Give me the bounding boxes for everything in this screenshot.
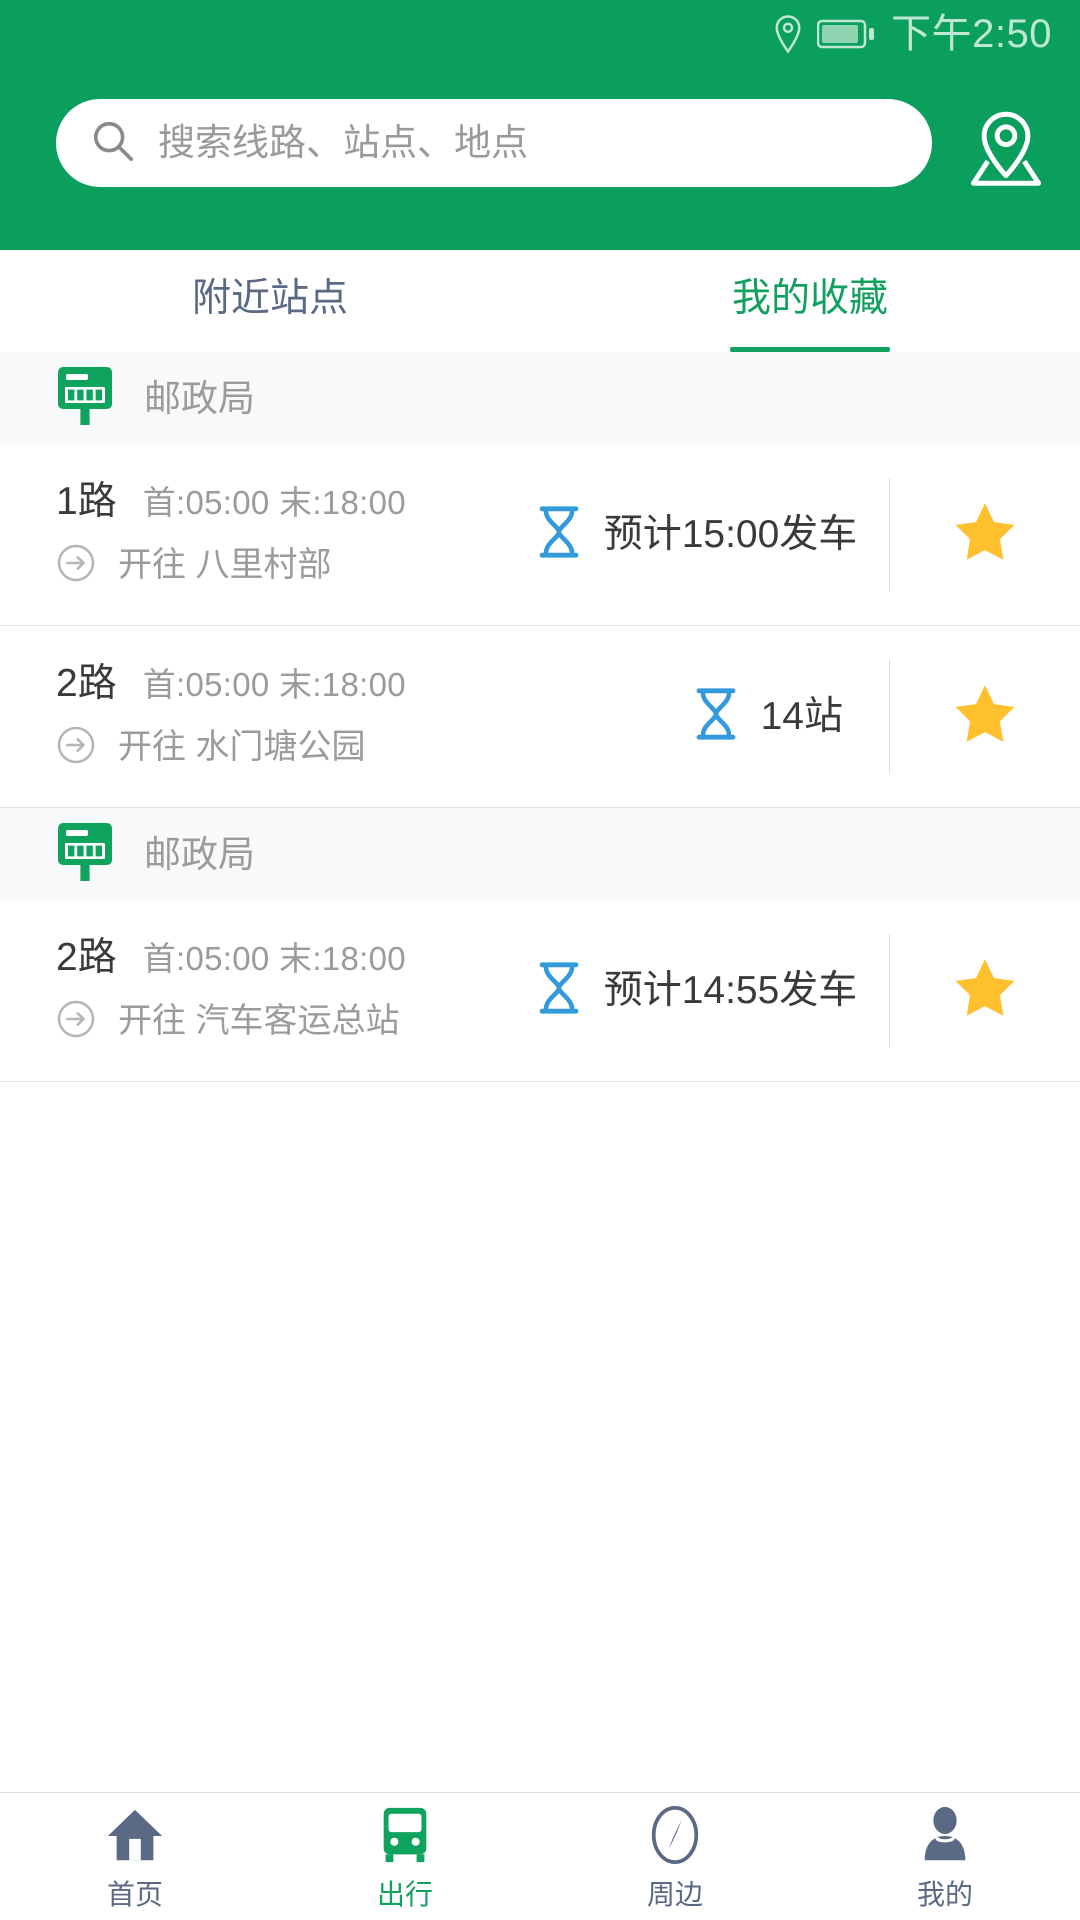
location-pin-icon — [773, 14, 803, 54]
home-icon — [104, 1804, 166, 1871]
arrow-right-circle-icon — [56, 999, 96, 1044]
person-icon — [914, 1804, 976, 1871]
nav-label: 周边 — [646, 1879, 703, 1910]
star-filled-icon — [950, 679, 1020, 754]
tab-my-favorites[interactable]: 我的收藏 — [540, 250, 1080, 352]
route-info: 1路 首:05:00 末:18:00 开往 八里村部 — [56, 482, 526, 588]
tab-label: 附近站点 — [191, 276, 348, 320]
route-destination: 开往 八里村部 — [118, 546, 332, 584]
arrow-right-circle-icon — [56, 725, 96, 770]
route-destination: 开往 水门塘公园 — [118, 728, 366, 766]
bus-stop-sign-icon — [56, 821, 114, 888]
route-number: 2路 — [56, 935, 117, 979]
tab-active-indicator — [730, 347, 890, 352]
route-summary: 1路 首:05:00 末:18:00 — [56, 482, 526, 521]
route-summary: 2路 首:05:00 末:18:00 — [56, 938, 526, 977]
route-times: 首:05:00 末:18:00 — [142, 939, 406, 977]
search-input[interactable] — [158, 122, 898, 164]
route-status-text: 预计15:00发车 — [603, 513, 858, 556]
tab-bar: 附近站点 我的收藏 — [0, 250, 1080, 352]
route-times: 首:05:00 末:18:00 — [142, 483, 406, 521]
route-number: 2路 — [56, 661, 117, 705]
nav-item-profile[interactable]: 我的 — [810, 1793, 1080, 1920]
route-status: 预计14:55发车 — [526, 962, 889, 1019]
route-number: 1路 — [56, 479, 117, 523]
map-pin-icon[interactable] — [958, 95, 1054, 191]
route-direction: 开往 八里村部 — [56, 543, 526, 588]
nav-item-travel[interactable]: 出行 — [270, 1793, 540, 1920]
search-icon — [90, 118, 136, 169]
station-name: 邮政局 — [144, 377, 255, 419]
arrow-right-circle-icon — [56, 543, 96, 588]
route-summary: 2路 首:05:00 末:18:00 — [56, 664, 526, 703]
status-bar: 下午2:50 — [0, 0, 1080, 68]
nav-label: 我的 — [916, 1879, 973, 1910]
nav-item-nearby[interactable]: 周边 — [540, 1793, 810, 1920]
search-row — [0, 68, 1080, 218]
station-name: 邮政局 — [144, 833, 255, 875]
tab-label: 我的收藏 — [731, 276, 888, 320]
app-root: 下午2:50 附近 — [0, 0, 1080, 1920]
battery-icon — [817, 17, 877, 51]
compass-icon — [644, 1804, 706, 1871]
route-direction: 开往 水门塘公园 — [56, 725, 526, 770]
route-status-text: 预计14:55发车 — [603, 969, 858, 1012]
route-direction: 开往 汽车客运总站 — [56, 999, 526, 1044]
bus-icon — [374, 1804, 436, 1871]
route-status: 14站 — [526, 688, 889, 745]
favorite-toggle[interactable] — [890, 679, 1080, 754]
hourglass-icon — [538, 962, 580, 1019]
route-info: 2路 首:05:00 末:18:00 开往 水门塘公园 — [56, 664, 526, 770]
app-header: 下午2:50 — [0, 0, 1080, 250]
route-row[interactable]: 1路 首:05:00 末:18:00 开往 八里村部 预计15:00发车 — [0, 444, 1080, 626]
route-status-text: 14站 — [760, 695, 843, 738]
nav-item-home[interactable]: 首页 — [0, 1793, 270, 1920]
route-status: 预计15:00发车 — [526, 506, 889, 563]
station-header[interactable]: 邮政局 — [0, 352, 1080, 444]
search-box[interactable] — [56, 99, 932, 187]
star-filled-icon — [950, 953, 1020, 1028]
hourglass-icon — [538, 506, 580, 563]
nav-label: 出行 — [376, 1879, 433, 1910]
status-time: 下午2:50 — [891, 12, 1052, 56]
nav-label: 首页 — [106, 1879, 163, 1910]
bottom-navigation: 首页 出行 周边 我的 — [0, 1792, 1080, 1920]
route-destination: 开往 汽车客运总站 — [118, 1002, 400, 1040]
favorites-list: 邮政局 1路 首:05:00 末:18:00 开往 八里村部 预计15:00发车… — [0, 352, 1080, 1792]
favorite-toggle[interactable] — [890, 497, 1080, 572]
route-row[interactable]: 2路 首:05:00 末:18:00 开往 汽车客运总站 预计14:55发车 — [0, 900, 1080, 1082]
station-header[interactable]: 邮政局 — [0, 808, 1080, 900]
tab-nearby-stations[interactable]: 附近站点 — [0, 250, 540, 352]
route-info: 2路 首:05:00 末:18:00 开往 汽车客运总站 — [56, 938, 526, 1044]
favorite-toggle[interactable] — [890, 953, 1080, 1028]
bus-stop-sign-icon — [56, 365, 114, 432]
route-times: 首:05:00 末:18:00 — [142, 665, 406, 703]
star-filled-icon — [950, 497, 1020, 572]
hourglass-icon — [695, 688, 737, 745]
route-row[interactable]: 2路 首:05:00 末:18:00 开往 水门塘公园 14站 — [0, 626, 1080, 808]
